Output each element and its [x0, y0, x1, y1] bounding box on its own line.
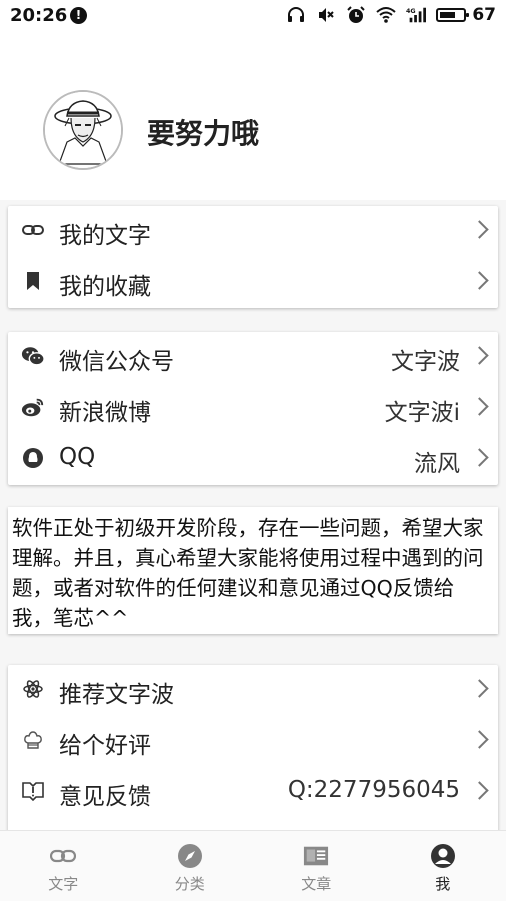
menu-item-label: 推荐文字波 [59, 675, 174, 709]
menu-item-label: 我的收藏 [59, 267, 151, 301]
chevron-right-icon [470, 397, 488, 415]
wifi-icon [376, 5, 396, 25]
avatar[interactable] [43, 90, 123, 170]
link-icon [50, 843, 76, 869]
bookmark-icon [21, 269, 45, 293]
battery-indicator: 67 [436, 5, 496, 25]
weibo-icon [21, 395, 45, 419]
chevron-right-icon [470, 730, 488, 748]
feedback-card: 推荐文字波 给个好评 意见反馈 Q:2277956045 [8, 665, 498, 833]
menu-item-label: QQ [59, 444, 95, 470]
nav-tab-me[interactable]: 我 [380, 831, 506, 901]
menu-item-recommend[interactable]: 推荐文字波 [8, 665, 498, 716]
nav-label: 文字 [0, 873, 127, 894]
mute-icon [316, 5, 336, 25]
menu-item-value: 文字波 [391, 342, 460, 376]
qq-icon [21, 446, 45, 470]
bottom-navigation: 文字 分类 文章 我 [0, 830, 506, 901]
chevron-right-icon [470, 271, 488, 289]
battery-icon [436, 8, 466, 22]
menu-item-label: 我的文字 [59, 216, 151, 250]
menu-item-feedback[interactable]: 意见反馈 Q:2277956045 [8, 767, 498, 818]
article-icon [303, 843, 329, 869]
menu-item-label: 意见反馈 [59, 777, 151, 811]
nav-tab-category[interactable]: 分类 [127, 831, 254, 901]
alarm-icon [346, 5, 366, 25]
status-time: 20:26 [10, 5, 67, 26]
chevron-right-icon [470, 220, 488, 238]
svg-text:4G: 4G [406, 8, 416, 15]
person-icon [430, 843, 456, 869]
menu-item-label: 新浪微博 [59, 393, 151, 427]
menu-item-qq[interactable]: QQ 流风 [8, 434, 498, 485]
nav-label: 分类 [127, 873, 254, 894]
feedback-book-icon [21, 779, 45, 803]
menu-item-my-favorites[interactable]: 我的收藏 [8, 257, 498, 308]
info-icon: ! [70, 7, 87, 24]
chevron-right-icon [470, 679, 488, 697]
nav-label: 我 [380, 873, 506, 894]
headphones-icon [286, 5, 306, 25]
social-accounts-card: 微信公众号 文字波 新浪微博 文字波i QQ 流风 [8, 332, 498, 485]
menu-item-my-text[interactable]: 我的文字 [8, 206, 498, 257]
nav-label: 文章 [253, 873, 380, 894]
menu-item-label: 微信公众号 [59, 342, 174, 376]
menu-item-value: 文字波i [385, 393, 460, 427]
menu-item-weibo[interactable]: 新浪微博 文字波i [8, 383, 498, 434]
atom-icon [21, 677, 45, 701]
chevron-right-icon [470, 781, 488, 799]
menu-item-label: 给个好评 [59, 726, 151, 760]
menu-item-wechat[interactable]: 微信公众号 文字波 [8, 332, 498, 383]
my-content-card: 我的文字 我的收藏 [8, 206, 498, 308]
wechat-icon [21, 344, 45, 368]
menu-item-value: Q:2277956045 [288, 777, 460, 803]
chef-hat-icon [21, 728, 45, 752]
notice-text: 软件正处于初级开发阶段，存在一些问题，希望大家理解。并且，真心希望大家能将使用过… [8, 507, 498, 634]
menu-item-value: 流风 [414, 444, 460, 478]
status-bar: 20:26 ! 4G 67 [0, 0, 506, 32]
profile-header: 要努力哦 [0, 32, 506, 200]
chevron-right-icon [470, 346, 488, 364]
menu-item-rate[interactable]: 给个好评 [8, 716, 498, 767]
username: 要努力哦 [147, 112, 259, 152]
link-icon [21, 218, 45, 242]
status-icons: 4G 67 [286, 5, 496, 25]
nav-tab-text[interactable]: 文字 [0, 831, 127, 901]
compass-icon [177, 843, 203, 869]
nav-tab-articles[interactable]: 文章 [253, 831, 380, 901]
chevron-right-icon [470, 448, 488, 466]
battery-percent: 67 [472, 5, 496, 25]
signal-icon: 4G [406, 5, 426, 25]
